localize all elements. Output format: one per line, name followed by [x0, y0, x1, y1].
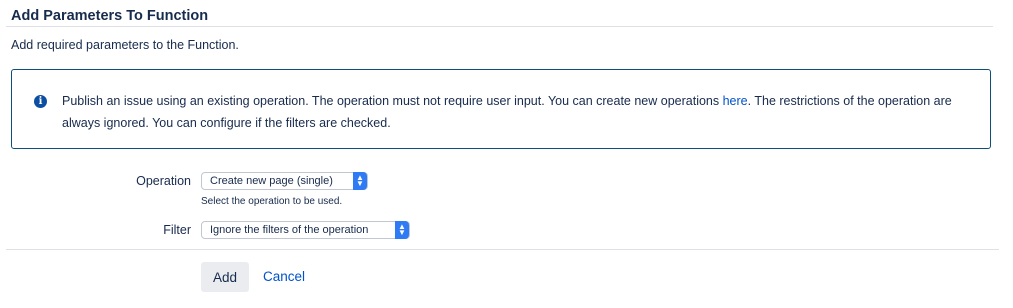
title-divider: [6, 26, 993, 27]
select-chevron-icon: ▲ ▼: [353, 172, 367, 190]
operation-help-text: Select the operation to be used.: [201, 196, 343, 207]
operation-select[interactable]: Create new page (single) ▲ ▼: [201, 172, 368, 190]
info-message: i Publish an issue using an existing ope…: [11, 69, 991, 149]
add-button[interactable]: Add: [201, 262, 249, 292]
operation-label: Operation: [136, 174, 191, 188]
filter-label: Filter: [163, 223, 191, 237]
info-icon: i: [34, 95, 47, 108]
create-operations-link[interactable]: here: [723, 94, 748, 108]
dialog-subtitle: Add required parameters to the Function.: [11, 38, 239, 52]
info-message-text: Publish an issue using an existing opera…: [62, 90, 982, 134]
info-text-start: Publish an issue using an existing opera…: [62, 94, 723, 108]
filter-select[interactable]: Ignore the filters of the operation ▲ ▼: [201, 221, 410, 239]
cancel-button[interactable]: Cancel: [263, 262, 305, 292]
select-chevron-icon: ▲ ▼: [395, 221, 409, 239]
operation-select-value: Create new page (single): [210, 175, 333, 187]
filter-select-value: Ignore the filters of the operation: [210, 224, 369, 236]
dialog-title: Add Parameters To Function: [11, 8, 209, 24]
actions-divider: [6, 249, 999, 250]
add-parameters-dialog: Add Parameters To Function Add required …: [0, 0, 1013, 308]
